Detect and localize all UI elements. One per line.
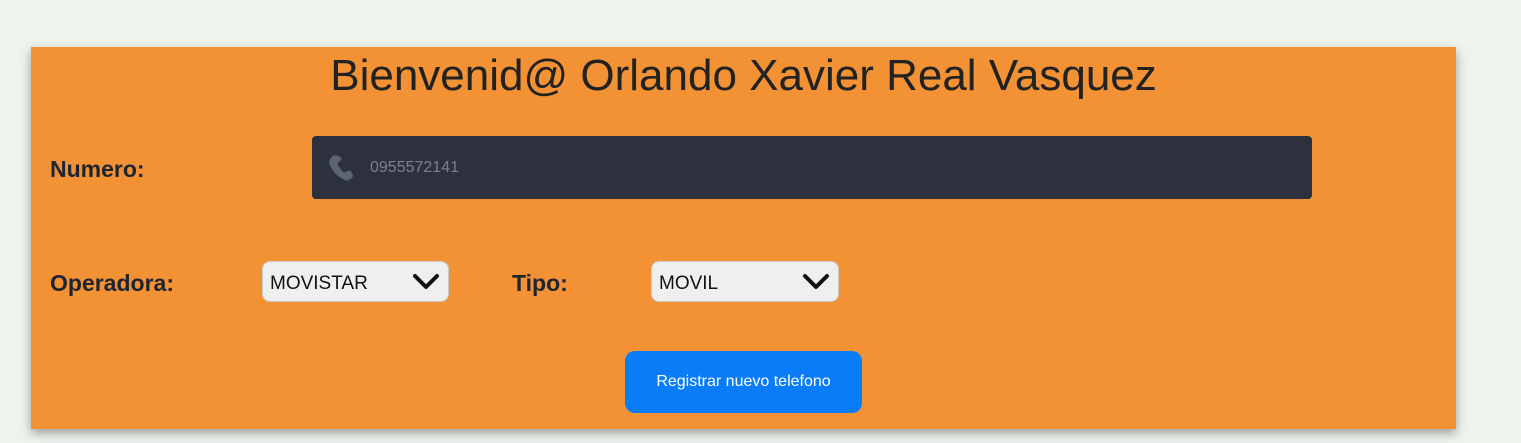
chevron-down-icon bbox=[412, 272, 440, 292]
registration-card: Bienvenid@ Orlando Xavier Real Vasquez N… bbox=[31, 47, 1456, 429]
numero-field[interactable] bbox=[312, 136, 1312, 199]
numero-input[interactable] bbox=[368, 146, 1302, 189]
operadora-selected-value: MOVISTAR bbox=[270, 272, 368, 294]
numero-label: Numero: bbox=[50, 156, 145, 182]
operadora-select[interactable]: MOVISTAR bbox=[262, 261, 449, 302]
tipo-selected-value: MOVIL bbox=[659, 272, 719, 294]
page-title: Bienvenid@ Orlando Xavier Real Vasquez bbox=[330, 51, 1157, 100]
tipo-select[interactable]: MOVIL bbox=[651, 261, 839, 302]
phone-icon bbox=[324, 150, 360, 186]
operadora-label: Operadora: bbox=[50, 270, 174, 296]
register-phone-button[interactable]: Registrar nuevo telefono bbox=[625, 351, 862, 413]
chevron-down-icon bbox=[802, 272, 830, 292]
tipo-label: Tipo: bbox=[512, 270, 568, 296]
